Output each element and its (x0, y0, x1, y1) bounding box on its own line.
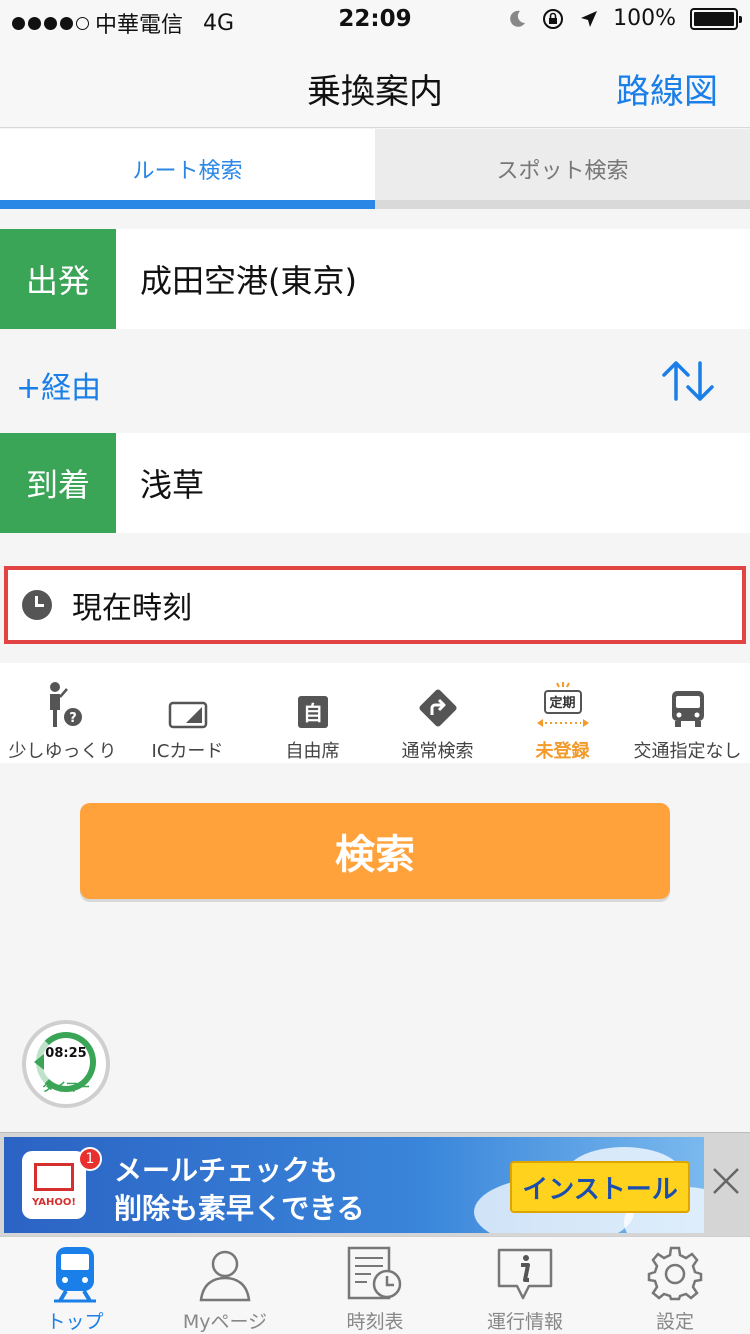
option-label: 交通指定なし (633, 741, 742, 762)
timetable-icon (345, 1245, 405, 1303)
tabbar-label: Myページ (182, 1311, 268, 1333)
status-right: 100% (507, 6, 742, 31)
close-icon (713, 1168, 739, 1194)
search-tabs: ルート検索 スポット検索 (0, 129, 750, 209)
seat-icon: 自 (297, 681, 329, 729)
mail-app-icon: YAHOO! (22, 1151, 86, 1219)
timer-button[interactable]: 08:25 タイマー (22, 1020, 110, 1108)
departure-time-field[interactable]: 現在時刻 (4, 566, 746, 644)
bus-icon (670, 681, 706, 729)
option-label: 少しゆっくり (8, 741, 117, 762)
tabbar-label: 設定 (655, 1311, 694, 1333)
option-fare-type[interactable]: ICカード (125, 663, 250, 763)
svg-text:自: 自 (303, 701, 323, 725)
timer-label: タイマー (41, 1080, 90, 1094)
swap-arrows-icon (662, 361, 714, 401)
tabbar-item-mypage[interactable]: Myページ (150, 1237, 300, 1334)
tabbar-label: 運行情報 (486, 1311, 563, 1333)
route-sign-icon (417, 681, 459, 729)
ad-close-button[interactable] (708, 1163, 744, 1199)
timer-time: 08:25 (45, 1046, 87, 1061)
option-label: ICカード (151, 741, 224, 762)
option-walking-speed[interactable]: ? 少しゆっくり (0, 663, 125, 763)
option-transport-filter[interactable]: 交通指定なし (625, 663, 750, 763)
svg-text:?: ? (69, 711, 77, 726)
tabbar-item-top[interactable]: トップ (0, 1237, 150, 1334)
tab-spot-search[interactable]: スポット検索 (375, 129, 750, 209)
departure-row[interactable]: 出発 成田空港(東京) (0, 229, 750, 329)
swap-stations-button[interactable] (660, 359, 716, 407)
moon-icon (510, 10, 526, 27)
search-button[interactable]: 検索 (80, 803, 670, 899)
option-label: 通常検索 (401, 741, 474, 762)
add-via-button[interactable]: +経由 (16, 363, 101, 407)
navigation-bar: 乗換案内 路線図 (0, 40, 750, 128)
commuter-pass-icon: 定期 (533, 681, 593, 729)
tabbar-item-settings[interactable]: 設定 (600, 1237, 750, 1334)
option-commuter-pass[interactable]: 定期 未登録 (500, 663, 625, 763)
option-seat-type[interactable]: 自 自由席 (250, 663, 375, 763)
option-label: 未登録 (535, 741, 590, 762)
tab-route-search[interactable]: ルート検索 (0, 129, 375, 209)
option-label: 自由席 (285, 741, 340, 762)
walking-person-icon: ? (41, 681, 85, 729)
tabbar-label: トップ (46, 1311, 104, 1333)
ic-card-icon (168, 681, 208, 729)
departure-label: 出発 (0, 229, 116, 329)
departure-station[interactable]: 成田空港(東京) (116, 229, 357, 329)
search-options: ? 少しゆっくり ICカード 自 自由席 通常検索 定期 未登録 交通指定なし (0, 663, 750, 763)
option-search-mode[interactable]: 通常検索 (375, 663, 500, 763)
gear-icon (647, 1245, 703, 1303)
user-icon (197, 1245, 253, 1303)
tabbar-item-service-info[interactable]: 運行情報 (450, 1237, 600, 1334)
arrival-row[interactable]: 到着 浅草 (0, 433, 750, 533)
route-map-button[interactable]: 路線図 (616, 64, 718, 113)
ad-headline-1: メールチェックも (114, 1154, 339, 1187)
ad-headline-2: 削除も素早くできる (114, 1192, 365, 1225)
tabbar-item-timetable[interactable]: 時刻表 (300, 1237, 450, 1334)
rotation-lock-icon (543, 8, 564, 29)
ad-banner: YAHOO! 1 メールチェックも 削除も素早くできる インストール (0, 1132, 750, 1236)
commuter-pass-badge: 定期 (549, 696, 576, 711)
battery-icon (690, 7, 742, 30)
info-bubble-icon (495, 1245, 555, 1303)
notification-badge: 1 (78, 1147, 102, 1171)
via-row: +経由 (0, 329, 750, 433)
clock-icon (22, 590, 52, 620)
status-bar: 中華電信 4G 22:09 100% (0, 0, 750, 40)
train-icon (50, 1245, 100, 1303)
battery-percent: 100% (613, 6, 676, 31)
ad-creative[interactable]: YAHOO! 1 メールチェックも 削除も素早くできる インストール (4, 1137, 704, 1233)
bottom-tab-bar: トップ Myページ 時刻表 運行情報 設定 (0, 1236, 750, 1334)
arrival-station[interactable]: 浅草 (116, 433, 204, 533)
departure-time-value: 現在時刻 (72, 591, 192, 626)
location-arrow-icon (581, 10, 598, 27)
tabbar-label: 時刻表 (346, 1311, 404, 1333)
arrival-label: 到着 (0, 433, 116, 533)
app-brand: YAHOO! (32, 1197, 76, 1208)
install-button[interactable]: インストール (510, 1161, 690, 1213)
